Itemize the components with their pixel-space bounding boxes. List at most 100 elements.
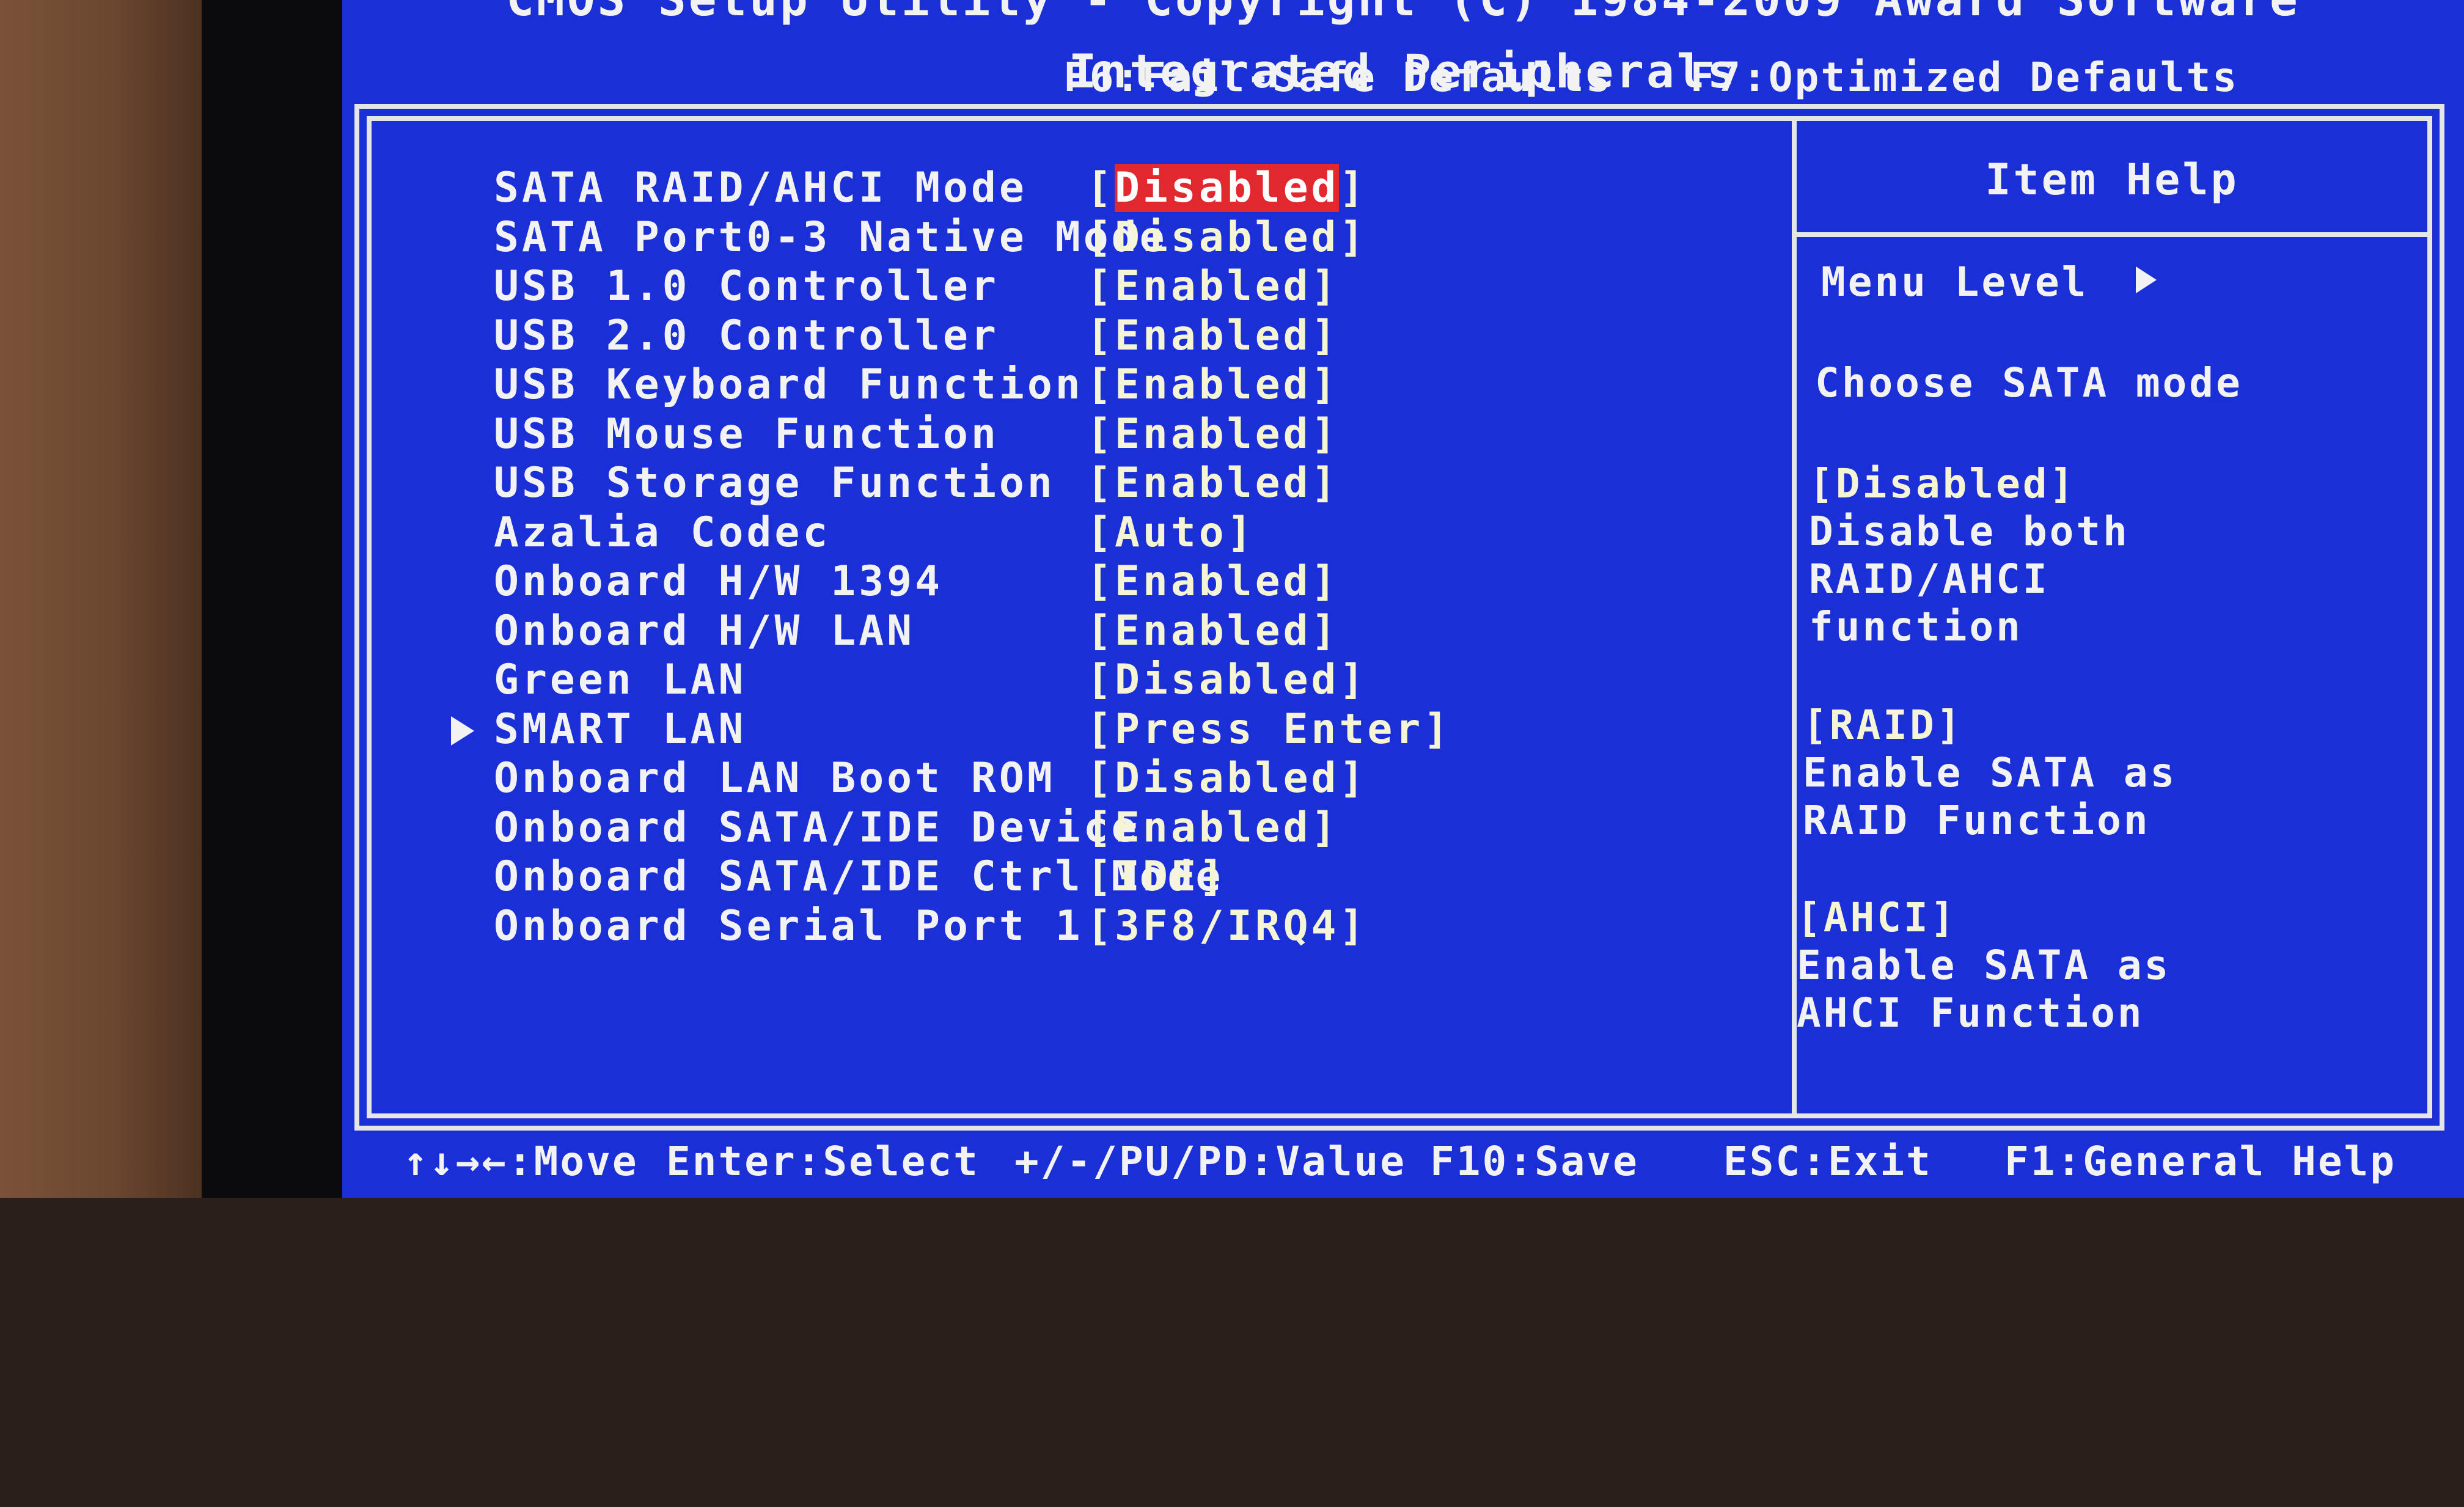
- bracket-left: [: [1087, 311, 1115, 360]
- bracket-right: ]: [1423, 705, 1452, 754]
- setting-value[interactable]: [3F8/IRQ4]: [1087, 902, 1367, 951]
- setting-value-text: Press Enter: [1114, 705, 1424, 754]
- setting-row[interactable]: USB 1.0 Controller [Enabled]: [372, 262, 1789, 311]
- setting-label: Green LAN: [494, 656, 747, 704]
- item-help-panel: Item Help Menu Level Choose SATA mode [D…: [1797, 116, 2432, 1118]
- setting-row[interactable]: USB Storage Function [Enabled]: [372, 459, 1789, 508]
- setting-row[interactable]: USB 2.0 Controller [Enabled]: [372, 312, 1789, 361]
- setting-value[interactable]: [Enabled]: [1087, 557, 1339, 606]
- bracket-right: ]: [1311, 803, 1340, 852]
- help-option-name: [RAID]: [1803, 702, 1964, 749]
- setting-value-text: Enabled: [1114, 803, 1311, 852]
- setting-label: SATA RAID/AHCI Mode: [494, 164, 1027, 212]
- setting-value[interactable]: [Disabled]: [1087, 754, 1367, 803]
- menu-level-arrow-icon: [2136, 266, 2157, 293]
- value-hint: +/-/PU/PD:Value: [1014, 1138, 1407, 1185]
- setting-row[interactable]: Onboard H/W 1394 [Enabled]: [372, 557, 1789, 606]
- item-help-header: Item Help: [1797, 121, 2427, 237]
- setting-label: Onboard Serial Port 1: [494, 901, 1084, 950]
- setting-row[interactable]: SATA Port0-3 Native Mode [Disabled]: [372, 213, 1789, 262]
- settings-panel: SATA RAID/AHCI Mode [Disabled] SATA Port0-…: [367, 116, 1797, 1118]
- setting-label: Onboard H/W LAN: [494, 606, 915, 655]
- setting-row[interactable]: Onboard SATA/IDE Device [Enabled]: [372, 804, 1789, 853]
- setting-label: Onboard LAN Boot ROM: [494, 754, 1055, 802]
- setting-value[interactable]: [Disabled]: [1087, 213, 1367, 262]
- setting-value-text: IDE: [1114, 853, 1199, 901]
- window-title: CMOS Setup Utility - Copyright (C) 1984-…: [342, 0, 2464, 26]
- bracket-left: [: [1087, 901, 1115, 950]
- setting-value-text: Enabled: [1114, 606, 1311, 655]
- setting-value[interactable]: [Auto]: [1087, 508, 1255, 557]
- bracket-right: ]: [1311, 409, 1340, 458]
- setting-label: USB Keyboard Function: [494, 361, 1084, 409]
- setting-value[interactable]: [IDE]: [1087, 853, 1227, 901]
- setting-value-text: Disabled: [1114, 754, 1340, 802]
- setting-value-text: Disabled: [1114, 656, 1340, 704]
- setting-label: Onboard H/W 1394: [494, 557, 944, 606]
- bracket-left: [: [1087, 656, 1115, 704]
- setting-value[interactable]: [Enabled]: [1087, 459, 1339, 508]
- help-option-line: Enable SATA as: [1803, 749, 2177, 796]
- general-help-hint: F1:General Help: [2004, 1138, 2397, 1185]
- setting-label: USB 1.0 Controller: [494, 262, 999, 310]
- bracket-right: ]: [1198, 853, 1227, 901]
- setting-label: Azalia Codec: [494, 508, 831, 557]
- setting-value-text: Enabled: [1114, 459, 1311, 507]
- bracket-left: [: [1087, 557, 1115, 606]
- help-option-line: AHCI Function: [1797, 989, 2144, 1036]
- setting-value[interactable]: [Enabled]: [1087, 804, 1339, 853]
- bracket-right: ]: [1226, 508, 1255, 557]
- bracket-right: ]: [1339, 754, 1368, 802]
- bracket-left: [: [1087, 213, 1115, 262]
- help-option-line: RAID Function: [1803, 797, 2150, 844]
- submenu-arrow-icon: [451, 716, 474, 746]
- save-hint: F10:Save: [1430, 1138, 1639, 1185]
- bracket-left: [: [1087, 409, 1115, 458]
- bracket-left: [: [1087, 459, 1115, 507]
- bracket-left: [: [1087, 262, 1115, 310]
- setting-value[interactable]: [Enabled]: [1087, 410, 1339, 459]
- bracket-right: ]: [1311, 557, 1340, 606]
- setting-label: SATA Port0-3 Native Mode: [494, 213, 1168, 262]
- setting-row[interactable]: SMART LAN [Press Enter]: [372, 705, 1789, 754]
- setting-row[interactable]: USB Keyboard Function [Enabled]: [372, 361, 1789, 409]
- bracket-left: [: [1087, 803, 1115, 852]
- bracket-left: [: [1087, 361, 1115, 409]
- help-option-name: [Disabled]: [1809, 460, 2077, 507]
- main-frame: SATA RAID/AHCI Mode [Disabled] SATA Port0-…: [354, 104, 2444, 1131]
- setting-value-text: Disabled: [1114, 213, 1340, 262]
- setting-value-text: Auto: [1114, 508, 1227, 557]
- bracket-right: ]: [1339, 213, 1368, 262]
- item-help-title: Item Help: [1985, 155, 2239, 205]
- setting-value[interactable]: [Disabled]: [1087, 656, 1367, 705]
- defaults-hint: F6:Fail-Safe Defaults F7:Optimized Defau…: [1063, 54, 2239, 101]
- setting-row[interactable]: Onboard SATA/IDE Ctrl Mode [IDE]: [372, 853, 1789, 901]
- setting-row[interactable]: SATA RAID/AHCI Mode [Disabled]: [372, 164, 1789, 213]
- bracket-right: ]: [1311, 311, 1340, 360]
- setting-row[interactable]: Green LAN [Disabled]: [372, 656, 1789, 705]
- help-option-line: function: [1809, 603, 2023, 650]
- setting-row[interactable]: Onboard LAN Boot ROM [Disabled]: [372, 754, 1789, 803]
- bios-screen: CMOS Setup Utility - Copyright (C) 1984-…: [342, 0, 2464, 1198]
- setting-label: USB Storage Function: [494, 459, 1055, 507]
- bracket-right: ]: [1339, 901, 1368, 950]
- help-option-line: RAID/AHCI: [1809, 556, 2050, 603]
- bracket-left: [: [1087, 606, 1115, 655]
- menu-level-label: Menu Level: [1821, 258, 2089, 306]
- help-description: Choose SATA mode: [1815, 359, 2243, 406]
- setting-row[interactable]: USB Mouse Function [Enabled]: [372, 410, 1789, 459]
- help-option-line: Disable both: [1809, 508, 2130, 555]
- setting-value-text: Enabled: [1114, 409, 1311, 458]
- setting-row[interactable]: Onboard H/W LAN [Enabled]: [372, 607, 1789, 656]
- setting-value[interactable]: [Enabled]: [1087, 312, 1339, 361]
- setting-value-text: Enabled: [1114, 557, 1311, 606]
- setting-value[interactable]: [Enabled]: [1087, 262, 1339, 311]
- setting-row[interactable]: Azalia Codec [Auto]: [372, 508, 1789, 557]
- setting-row[interactable]: Onboard Serial Port 1 [3F8/IRQ4]: [372, 902, 1789, 951]
- setting-value[interactable]: [Disabled]: [1087, 164, 1367, 213]
- bracket-right: ]: [1339, 656, 1368, 704]
- setting-value[interactable]: [Press Enter]: [1087, 705, 1451, 754]
- setting-value[interactable]: [Enabled]: [1087, 607, 1339, 656]
- setting-label: Onboard SATA/IDE Device: [494, 803, 1140, 852]
- setting-value[interactable]: [Enabled]: [1087, 361, 1339, 409]
